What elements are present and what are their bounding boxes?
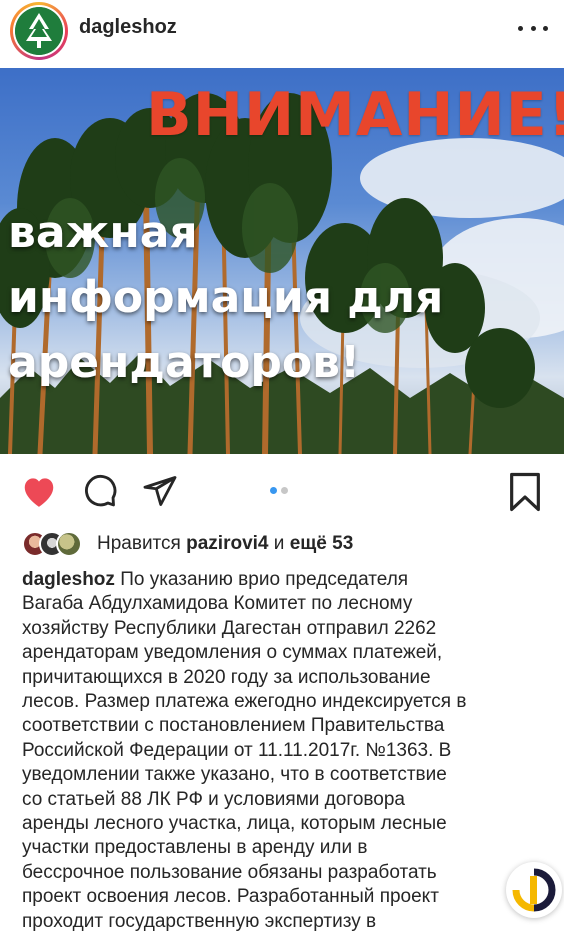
caption-line: лесов. Размер платежа ежегодно индексиру… <box>22 691 467 713</box>
likes-text[interactable]: Нравится pazirovi4 и ещё 53 <box>97 533 353 555</box>
bookmark-icon[interactable] <box>508 472 542 517</box>
caption-line: соответствии с постановлением Правительс… <box>22 715 445 737</box>
post-header: dagleshoz <box>0 0 564 68</box>
carousel-dot <box>281 487 288 494</box>
caption-line: арендаторам уведомления о суммах платеже… <box>22 642 443 664</box>
caption-line: бессрочное пользование обязаны разработа… <box>22 861 437 883</box>
caption-line: Вагаба Абдулхамидова Комитет по лесному <box>22 593 413 615</box>
floating-app-logo-icon[interactable] <box>506 862 562 918</box>
caption-line: со статьей 88 ЛК РФ и условиями договора <box>22 788 405 810</box>
likes-count[interactable]: ещё 53 <box>290 533 354 554</box>
image-headline: ВНИМАНИЕ! <box>146 80 564 150</box>
image-overlay-line: информация для <box>8 272 444 323</box>
comment-icon[interactable] <box>82 473 118 514</box>
image-overlay-text: важная информация для арендаторов! <box>8 200 548 395</box>
caption-line: проект освоения лесов. Разработанный про… <box>22 886 439 908</box>
post-username[interactable]: dagleshoz <box>79 16 177 39</box>
caption-line: dagleshoz По указанию врио председателя <box>22 568 542 592</box>
likes-row[interactable]: Нравится pazirovi4 и ещё 53 <box>22 528 353 560</box>
caption-line: участки предоставлены в аренду или в <box>22 837 368 859</box>
caption-line: Российской Федерации от 11.11.2017г. №13… <box>22 739 452 761</box>
post-image[interactable]: ВНИМАНИЕ! важная информация для арендато… <box>0 68 564 454</box>
likes-connector: и <box>273 533 285 554</box>
heart-filled-icon[interactable] <box>20 473 58 514</box>
likes-prefix: Нравится <box>97 533 181 554</box>
caption-line: проходит государственную экспертизу в <box>22 910 377 932</box>
carousel-indicator <box>270 487 288 494</box>
profile-avatar[interactable] <box>10 2 68 60</box>
caption-line: причитающихся в 2020 году за использован… <box>22 666 431 688</box>
liker-username[interactable]: pazirovi4 <box>186 533 268 554</box>
image-overlay-line: важная <box>8 207 198 258</box>
caption-line: уведомлении также указано, что в соответ… <box>22 764 447 786</box>
caption-line: аренды лесного участка, лица, которым ле… <box>22 813 447 835</box>
leshoz-logo-icon <box>15 7 63 55</box>
liker-avatar <box>56 531 82 557</box>
more-horizontal-icon[interactable] <box>518 24 548 32</box>
caption-line: хозяйству Республики Дагестан отправил 2… <box>22 617 437 639</box>
post-caption: dagleshoz По указанию врио председателя … <box>22 568 542 934</box>
image-overlay-line: арендаторов! <box>8 337 361 388</box>
caption-username[interactable]: dagleshoz <box>22 569 115 590</box>
carousel-dot-active <box>270 487 277 494</box>
caption-text: По указанию врио председателя <box>120 569 409 590</box>
paper-plane-icon[interactable] <box>141 473 179 514</box>
